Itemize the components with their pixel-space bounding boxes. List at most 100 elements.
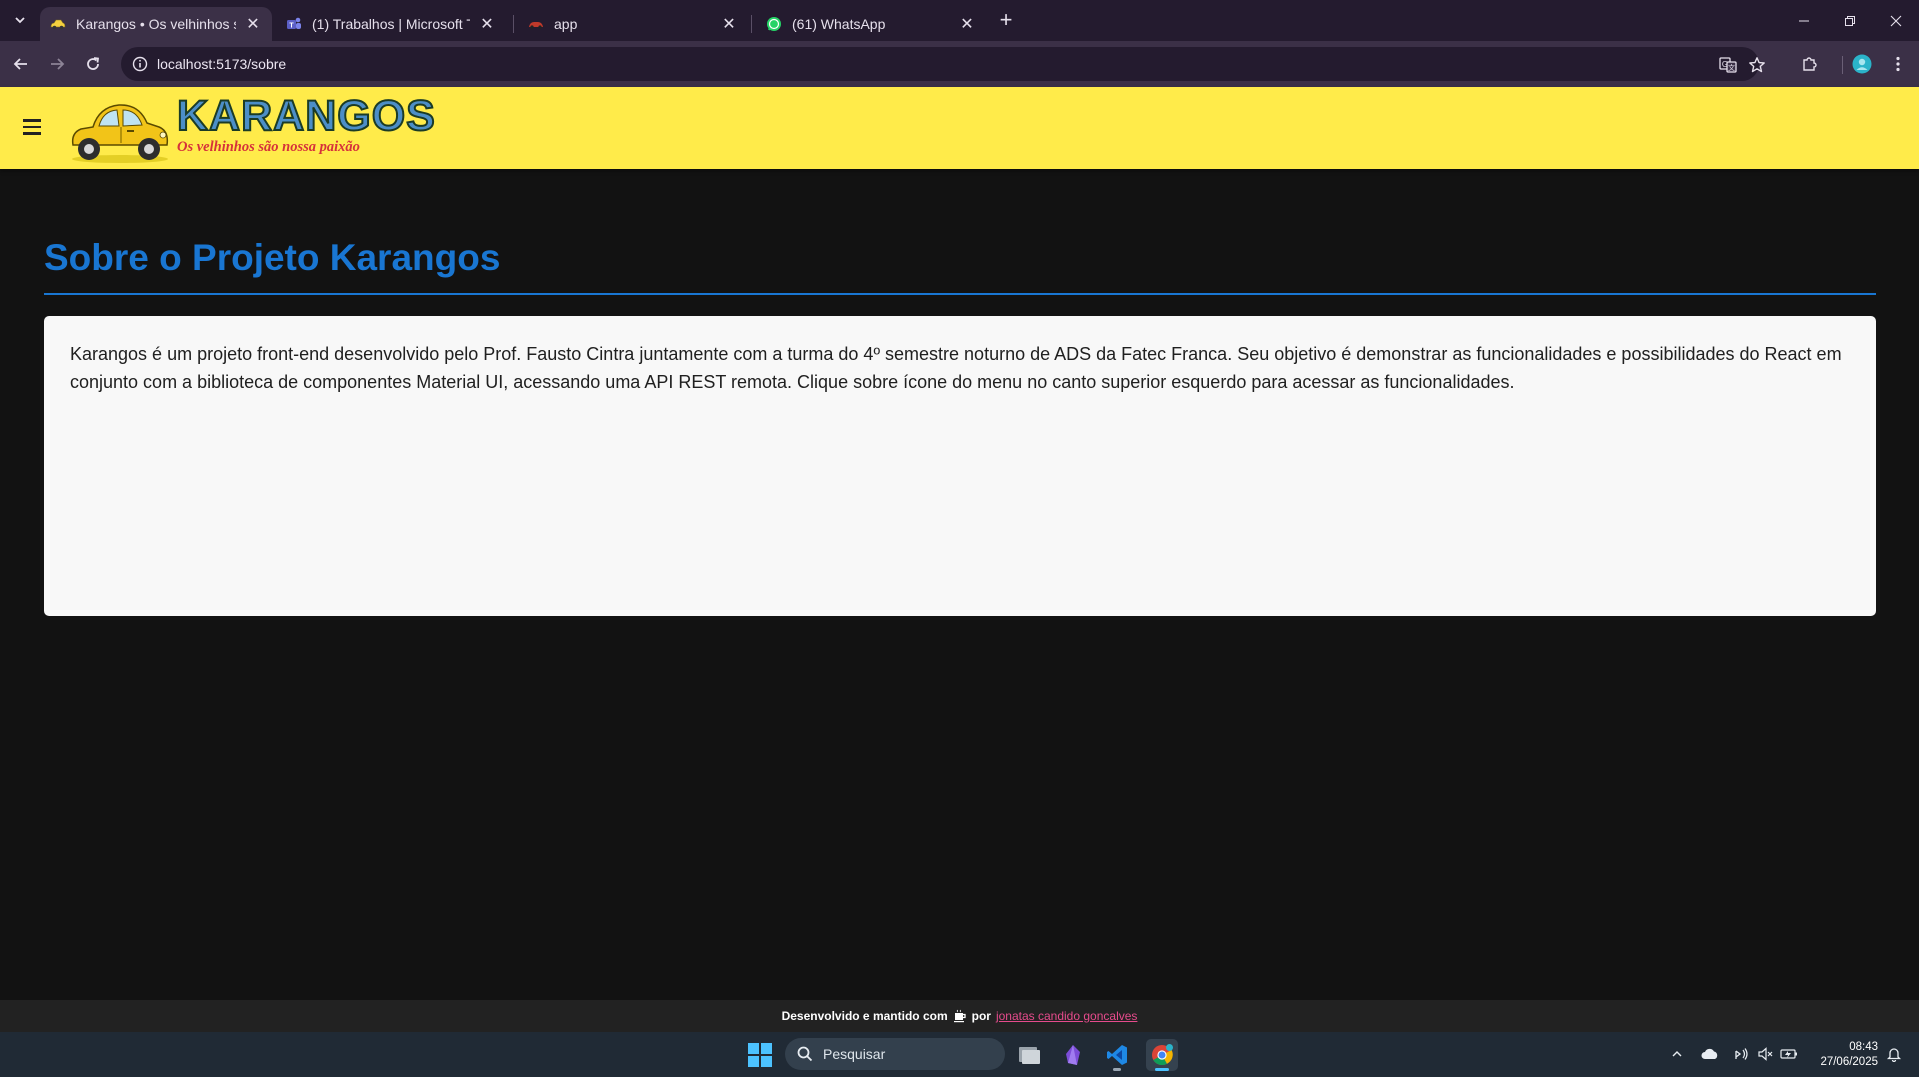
url-text: localhost:5173/sobre	[157, 56, 287, 72]
logo-subtitle: Os velhinhos são nossa paixão	[177, 139, 360, 155]
battery-tray-icon[interactable]	[1779, 1044, 1799, 1064]
karangos-logo[interactable]: KARANGOS Os velhinhos são nossa paixão	[67, 90, 436, 166]
speaker-muted-icon	[1758, 1047, 1773, 1061]
battery-charging-icon	[1780, 1049, 1797, 1059]
tab-title: app	[554, 16, 578, 32]
site-info-icon[interactable]	[130, 54, 150, 74]
app-favicon-icon	[528, 16, 544, 32]
car-favicon-icon	[50, 16, 66, 32]
plus-icon: +	[999, 7, 1013, 32]
menu-icon-bar	[23, 119, 41, 122]
close-window-button[interactable]	[1873, 0, 1919, 41]
close-icon[interactable]: ✕	[244, 15, 262, 33]
cloud-icon	[1701, 1048, 1718, 1059]
network-icon	[1735, 1048, 1748, 1060]
close-window-icon	[1890, 15, 1902, 26]
clock-date: 27/06/2025	[1820, 1056, 1878, 1068]
extensions-button[interactable]	[1795, 49, 1825, 79]
menu-icon-bar	[23, 125, 41, 129]
tab-title: (1) Trabalhos | Microsoft Teams	[312, 16, 470, 32]
tab-karangos[interactable]: Karangos • Os velhinhos são nossa paixão…	[40, 7, 272, 41]
taskbar-clock[interactable]: 08:43 27/06/2025	[1806, 1040, 1878, 1070]
page-title: Sobre o Projeto Karangos	[44, 237, 501, 278]
about-text: Karangos é um projeto front-end desenvol…	[70, 344, 1842, 392]
tab-separator	[513, 15, 514, 33]
browser-tab-strip: Karangos • Os velhinhos são nossa paixão…	[0, 0, 1919, 41]
obsidian-icon	[1066, 1045, 1080, 1065]
logo-title: KARANGOS	[176, 91, 436, 141]
taskbar-app-copilot[interactable]	[1057, 1039, 1089, 1071]
tab-title: Karangos • Os velhinhos são nossa paixão	[76, 16, 236, 32]
menu-icon-bar	[23, 132, 41, 135]
onedrive-tray-icon[interactable]	[1700, 1044, 1720, 1064]
search-icon	[797, 1046, 813, 1062]
windows-logo-tile	[761, 1056, 772, 1067]
chrome-icon	[1152, 1044, 1173, 1066]
browser-toolbar: localhost:5173/sobre G文	[0, 41, 1919, 87]
close-icon[interactable]: ✕	[958, 15, 976, 33]
windows-logo-tile	[748, 1043, 759, 1054]
avatar	[1852, 54, 1872, 74]
minimize-icon	[1799, 20, 1809, 21]
chevron-up-icon	[1672, 1051, 1682, 1057]
app-footer: Desenvolvido e mantido com por jonatas c…	[0, 1000, 1919, 1032]
coffee-cup-icon	[953, 1009, 966, 1023]
vscode-icon	[1107, 1045, 1127, 1065]
browser-menu-button[interactable]	[1883, 49, 1913, 79]
translate-icon[interactable]: G文	[1717, 54, 1739, 76]
app-header: KARANGOS Os velhinhos são nossa paixão	[0, 87, 1919, 169]
windows-taskbar: Pesquisar 08:43 27/06/2025	[0, 1032, 1919, 1077]
restore-button[interactable]	[1827, 0, 1873, 41]
toolbar-divider	[1842, 56, 1843, 74]
tab-whatsapp[interactable]: (61) WhatsApp ✕	[756, 7, 986, 41]
tab-teams[interactable]: T (1) Trabalhos | Microsoft Teams ✕	[276, 7, 506, 41]
running-indicator	[1155, 1068, 1169, 1071]
taskbar-app-vscode[interactable]	[1101, 1039, 1133, 1071]
notifications-button[interactable]	[1884, 1044, 1904, 1064]
running-indicator	[1113, 1068, 1121, 1071]
author-link[interactable]: jonatas candido goncalves	[996, 1009, 1137, 1023]
windows-start-button[interactable]	[748, 1043, 772, 1067]
more-vertical-icon	[1896, 56, 1900, 72]
new-tab-button[interactable]: +	[992, 7, 1020, 32]
yellow-car-icon	[71, 104, 169, 163]
profile-button[interactable]	[1847, 49, 1877, 79]
teams-icon: T	[286, 16, 302, 32]
windows-logo-tile	[761, 1043, 772, 1054]
show-hidden-icons-button[interactable]	[1667, 1044, 1687, 1064]
network-tray-icon[interactable]	[1731, 1044, 1751, 1064]
taskbar-search-placeholder: Pesquisar	[823, 1046, 886, 1062]
arrow-right-icon	[51, 58, 65, 70]
title-divider	[44, 293, 1876, 295]
taskbar-app-chrome[interactable]	[1146, 1039, 1178, 1071]
tab-title: (61) WhatsApp	[792, 16, 886, 32]
tab-app[interactable]: app ✕	[518, 7, 748, 41]
taskbar-search-box[interactable]: Pesquisar	[785, 1038, 1005, 1070]
arrow-left-icon	[13, 58, 27, 70]
chevron-down-icon	[15, 17, 25, 24]
hamburger-menu-button[interactable]	[16, 109, 48, 145]
whatsapp-icon	[766, 16, 782, 32]
volume-tray-icon[interactable]	[1755, 1044, 1775, 1064]
back-button[interactable]	[6, 49, 36, 79]
minimize-button[interactable]	[1781, 0, 1827, 41]
svg-text:T: T	[289, 23, 294, 30]
footer-prefix: Desenvolvido e mantido com	[781, 1009, 948, 1023]
clock-time: 08:43	[1849, 1041, 1878, 1053]
address-bar[interactable]: localhost:5173/sobre G文	[121, 47, 1765, 81]
restore-icon	[1845, 15, 1855, 26]
close-icon[interactable]: ✕	[478, 15, 496, 33]
bookmark-star-icon[interactable]	[1746, 54, 1768, 76]
tab-separator	[751, 15, 752, 33]
close-icon[interactable]: ✕	[720, 15, 738, 33]
taskbar-app-files[interactable]	[1013, 1039, 1045, 1071]
svg-text:文: 文	[1728, 63, 1735, 72]
reload-icon	[87, 57, 100, 70]
reload-button[interactable]	[78, 49, 108, 79]
tab-search-button[interactable]	[7, 8, 33, 32]
bell-icon	[1886, 1048, 1902, 1062]
forward-button[interactable]	[42, 49, 72, 79]
about-card: Karangos é um projeto front-end desenvol…	[44, 316, 1876, 616]
windows-logo-tile	[748, 1056, 759, 1067]
puzzle-icon	[1803, 57, 1817, 71]
